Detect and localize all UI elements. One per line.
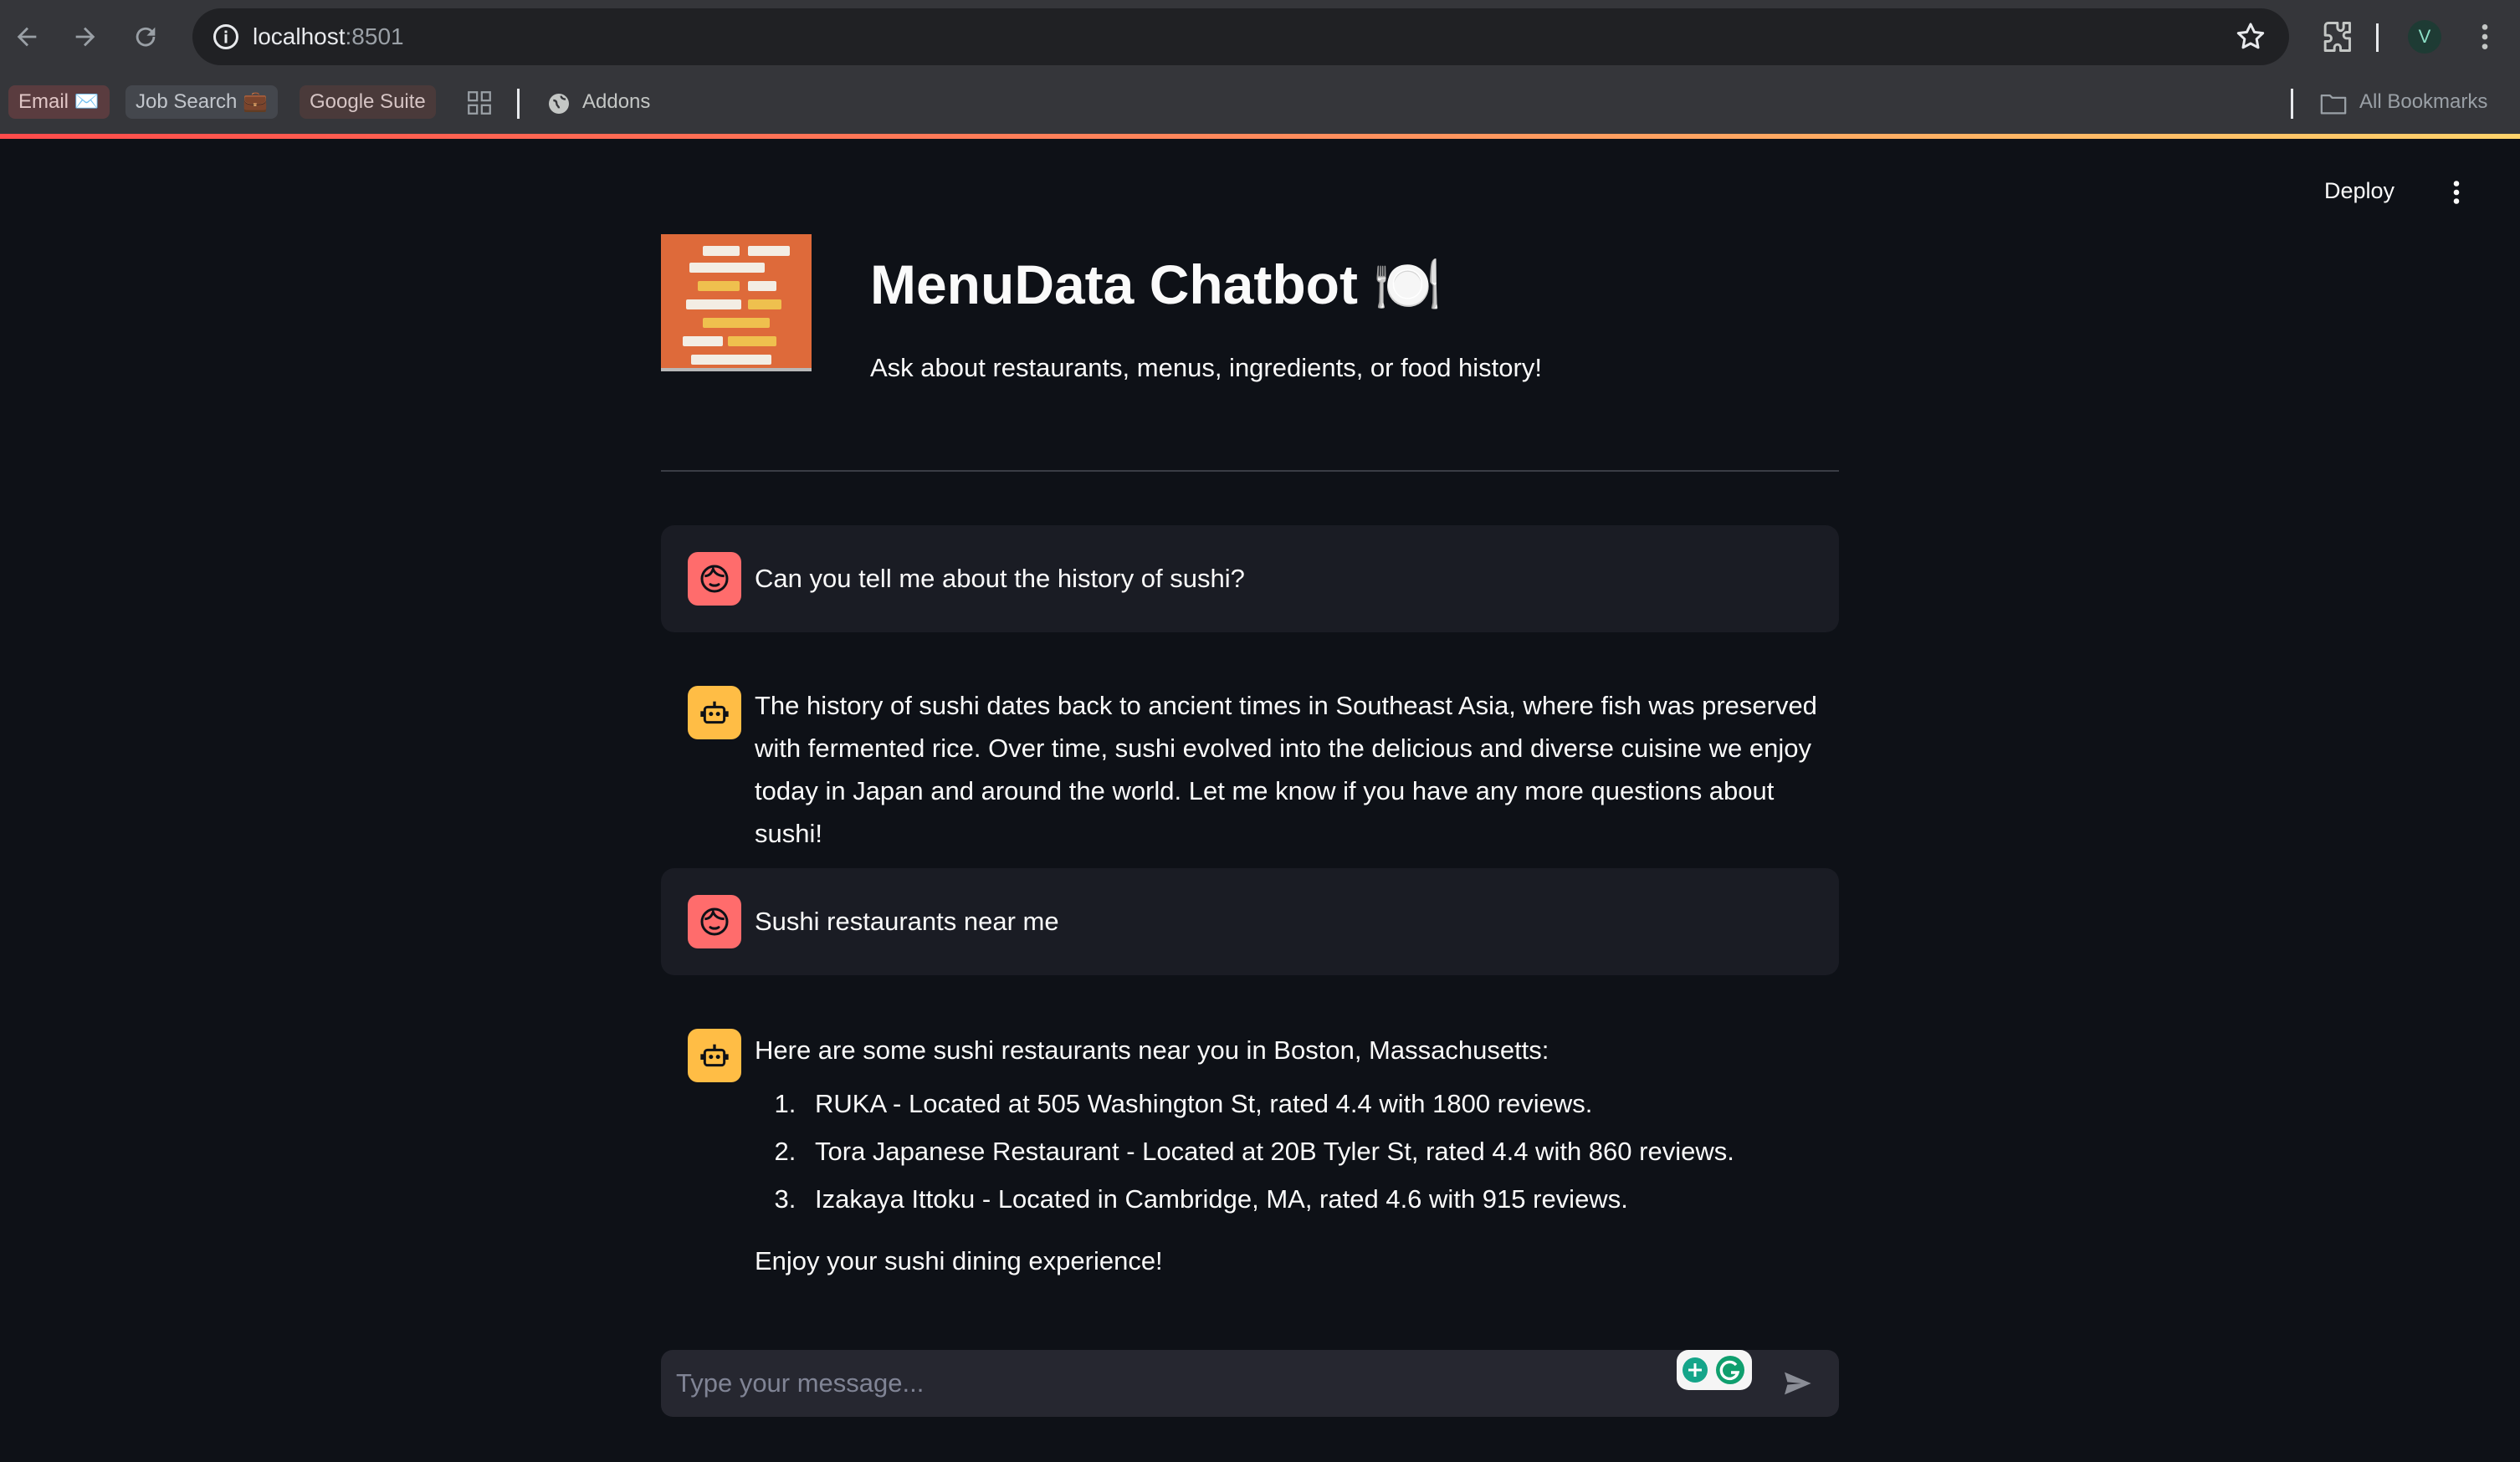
url-port: :8501 [345, 23, 404, 49]
user-face-icon [700, 907, 729, 936]
robot-icon [700, 701, 729, 724]
send-icon[interactable] [1779, 1367, 1816, 1400]
list-item: RUKA - Located at 505 Washington St, rat… [803, 1080, 1826, 1127]
profile-avatar[interactable]: V [2408, 20, 2441, 54]
bookmark-email[interactable]: Email ✉️ [8, 85, 110, 119]
chat-message-text: Can you tell me about the history of sus… [755, 564, 1245, 593]
browser-toolbar: localhost:8501 V [0, 0, 2520, 74]
page-title: MenuData Chatbot 🍽️ [870, 243, 1442, 326]
chat-input[interactable] [661, 1350, 1648, 1417]
chat-message-outro: Enjoy your sushi dining experience! [755, 1246, 1163, 1275]
chat-message-user: Sushi restaurants near me [661, 868, 1839, 975]
back-button[interactable] [8, 18, 45, 55]
url-text: localhost:8501 [253, 20, 404, 54]
bookmarks-bar: Email ✉️ Job Search 💼 Google Suite Addon… [0, 74, 2520, 134]
assistant-avatar [688, 1029, 741, 1082]
bookmark-addons[interactable]: Addons [582, 85, 650, 119]
list-item: Izakaya Ittoku - Located in Cambridge, M… [803, 1175, 1826, 1223]
streamlit-decoration-bar [0, 134, 2520, 139]
page-title-text: MenuData Chatbot [870, 253, 1358, 315]
apps-grid-icon[interactable] [465, 89, 494, 117]
menudata-logo [661, 234, 812, 371]
reload-button[interactable] [127, 18, 164, 55]
browser-menu-icon[interactable] [2468, 20, 2502, 54]
toolbar-separator [2376, 23, 2379, 52]
extensions-icon[interactable] [2318, 18, 2354, 55]
arrow-left-icon [17, 27, 37, 47]
user-face-icon [700, 565, 729, 593]
chat-message-user: Can you tell me about the history of sus… [661, 525, 1839, 632]
grammarly-widget[interactable] [1677, 1350, 1752, 1390]
header-divider [661, 470, 1839, 472]
globe-icon [549, 94, 569, 114]
main-menu-icon[interactable] [2441, 176, 2471, 209]
site-info-icon[interactable] [211, 22, 241, 52]
chat-message-assistant: Here are some sushi restaurants near you… [661, 1004, 1839, 1313]
user-avatar [688, 552, 741, 606]
chat-message-assistant: The history of sushi dates back to ancie… [661, 662, 1839, 848]
bookmark-google-suite[interactable]: Google Suite [300, 85, 436, 119]
address-bar[interactable]: localhost:8501 [192, 8, 2289, 65]
chat-message-text: The history of sushi dates back to ancie… [755, 691, 1817, 848]
plate-icon: 🍽️ [1373, 253, 1442, 315]
all-bookmarks[interactable]: All Bookmarks [2359, 85, 2487, 119]
bookmark-job-search[interactable]: Job Search 💼 [125, 85, 278, 119]
assistant-avatar [688, 686, 741, 739]
forward-button[interactable] [67, 18, 104, 55]
user-avatar [688, 895, 741, 948]
reload-icon [136, 27, 156, 47]
url-host: localhost [253, 23, 346, 49]
restaurant-list: RUKA - Located at 505 Washington St, rat… [755, 1080, 1826, 1223]
deploy-button[interactable]: Deploy [2324, 174, 2395, 207]
grammarly-icon [1683, 1356, 1744, 1384]
bookmark-separator-right [2291, 89, 2293, 119]
chat-message-body: Here are some sushi restaurants near you… [755, 1029, 1826, 1282]
chat-message-intro: Here are some sushi restaurants near you… [755, 1035, 1549, 1065]
robot-icon [700, 1044, 729, 1067]
list-item: Tora Japanese Restaurant - Located at 20… [803, 1127, 1826, 1175]
page-subtitle: Ask about restaurants, menus, ingredient… [870, 353, 1542, 382]
bookmark-separator [517, 89, 520, 119]
bookmark-star-icon[interactable] [2234, 20, 2267, 54]
chat-message-text: Sushi restaurants near me [755, 907, 1059, 936]
chat-input-container [661, 1350, 1839, 1417]
arrow-right-icon [75, 27, 95, 47]
folder-icon [2320, 94, 2347, 115]
